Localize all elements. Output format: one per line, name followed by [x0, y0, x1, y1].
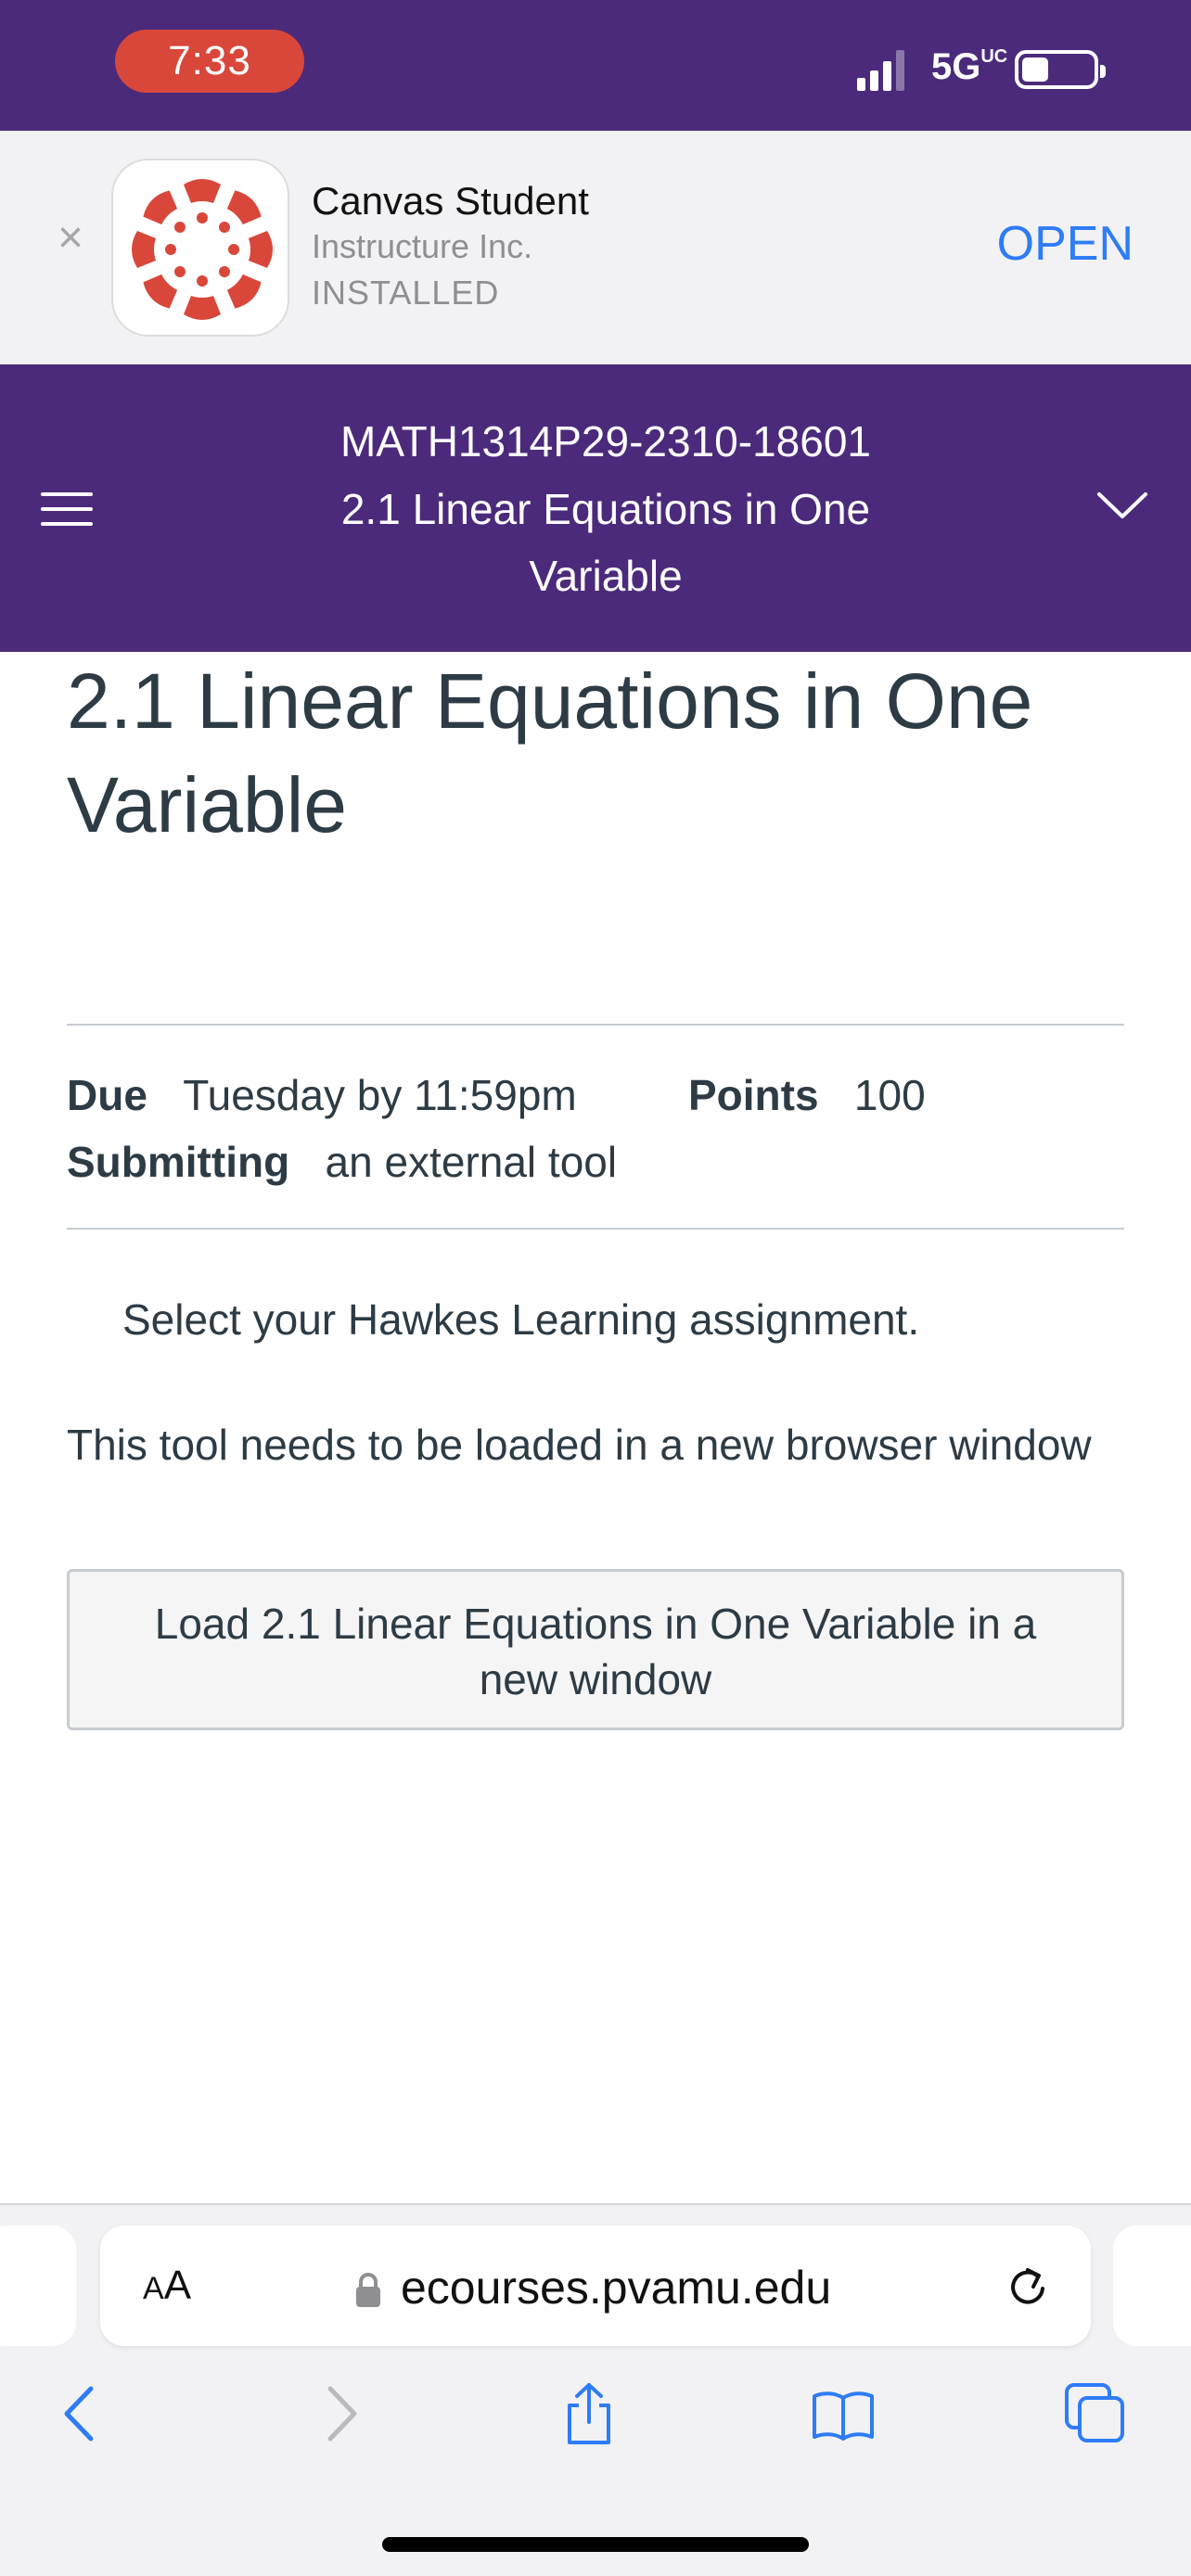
address-bar[interactable]: AA ecourses.pvamu.edu	[100, 2225, 1091, 2346]
hamburger-menu-icon[interactable]	[41, 492, 93, 526]
app-install-status: INSTALLED	[312, 274, 500, 312]
canvas-app-icon[interactable]	[111, 159, 289, 337]
divider	[67, 1024, 1124, 1026]
reload-icon[interactable]	[1002, 2261, 1054, 2313]
back-icon[interactable]	[48, 2381, 113, 2446]
bookmarks-icon[interactable]	[811, 2381, 876, 2446]
submitting-detail: Submitting an external tool	[67, 1138, 618, 1186]
battery-icon	[1015, 50, 1106, 89]
status-time: 7:33	[115, 30, 304, 93]
points-detail: Points 100	[688, 1071, 926, 1119]
course-code: MATH1314P29-2310-18601	[340, 417, 871, 465]
divider	[67, 1228, 1124, 1230]
lock-icon	[356, 2273, 380, 2307]
text-size-button[interactable]: AA	[143, 2263, 191, 2309]
open-app-button[interactable]: OPEN	[997, 216, 1133, 272]
share-icon[interactable]	[557, 2381, 621, 2446]
status-bar: 7:33 5GUC	[0, 0, 1191, 131]
app-vendor: Instructure Inc.	[312, 227, 533, 265]
close-icon[interactable]: ×	[52, 216, 89, 261]
header-page-title: 2.1 Linear Equations in One Variable	[340, 485, 871, 600]
browser-toolbar: AA ecourses.pvamu.edu	[0, 2203, 1191, 2576]
page-title: 2.1 Linear Equations in One Variable	[67, 657, 1033, 848]
cellular-signal-icon	[857, 50, 904, 91]
previous-tab-preview[interactable]	[0, 2225, 76, 2346]
app-name: Canvas Student	[312, 179, 589, 223]
due-detail: Due Tuesday by 11:59pm	[67, 1071, 577, 1119]
next-tab-preview[interactable]	[1113, 2225, 1191, 2346]
assignment-instruction: Select your Hawkes Learning assignment.	[122, 1295, 920, 1344]
app-banner: × Canvas Student Instructure Inc. INSTAL…	[0, 131, 1191, 364]
home-indicator[interactable]	[382, 2537, 809, 2552]
network-type: 5GUC	[931, 46, 1008, 87]
course-header: MATH1314P29-2310-18601 2.1 Linear Equati…	[0, 364, 1191, 652]
chevron-down-icon[interactable]	[1096, 487, 1148, 524]
url-text: ecourses.pvamu.edu	[401, 2262, 832, 2314]
canvas-logo-icon	[132, 179, 273, 320]
load-in-new-window-button[interactable]: Load 2.1 Linear Equations in One Variabl…	[67, 1569, 1124, 1730]
forward-icon[interactable]	[308, 2381, 373, 2446]
tool-note: This tool needs to be loaded in a new br…	[67, 1421, 1092, 1469]
tabs-icon[interactable]	[1063, 2381, 1128, 2446]
